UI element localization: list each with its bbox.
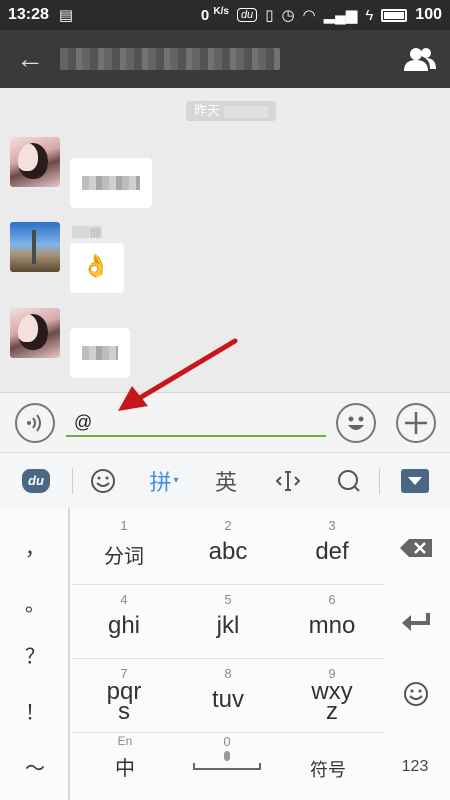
key-6-mno[interactable]: 6 mno <box>280 584 384 658</box>
message-bubble[interactable] <box>70 158 152 208</box>
keyboard-menu-button[interactable]: du <box>0 453 72 509</box>
message-timestamp: 昨天 <box>186 101 277 121</box>
du-logo-icon: du <box>22 468 50 493</box>
keyboard-emoji-button[interactable] <box>73 453 133 509</box>
symbols-key[interactable]: 符号 <box>296 756 360 782</box>
status-right: 0 K/s du ▯ ◷ ◠ ▂▄▆ ϟ 100 <box>201 6 442 24</box>
backspace-button[interactable] <box>382 518 450 578</box>
keyboard-emoticon-button[interactable] <box>382 664 450 724</box>
punct-key-comma[interactable]: ， <box>0 532 70 561</box>
t9-keyboard: ， 。 ？ ！ ～ 1 分词 2 abc 3 def 4 ghi 5 jkl 6 mno 7… <box>0 508 450 800</box>
battery-icon <box>381 8 408 22</box>
numbers-key[interactable]: 123 <box>390 758 440 776</box>
sender-avatar[interactable] <box>10 222 60 272</box>
back-arrow-icon: ← <box>16 43 44 74</box>
emoji-icon <box>91 468 115 493</box>
punct-key-period[interactable]: 。 <box>0 588 70 617</box>
enter-icon <box>402 613 430 631</box>
sender-avatar[interactable] <box>10 308 60 358</box>
key-1-segment[interactable]: 1 分词 <box>72 510 176 584</box>
keyboard-toolbar: du 拼 ▾ 英 <box>0 452 450 508</box>
text-cursor-icon <box>275 470 301 491</box>
notification-icon: ▤ <box>58 7 74 24</box>
hide-keyboard-button[interactable] <box>380 453 450 509</box>
status-bar: 13:28 ▤ 0 K/s du ▯ ◷ ◠ ▂▄▆ ϟ 100 <box>0 0 450 30</box>
voice-icon <box>27 414 41 432</box>
function-column <box>382 508 450 800</box>
key-7-pqrs[interactable]: 7 pqr s <box>72 658 176 732</box>
network-speed: 0 K/s <box>200 6 229 24</box>
vibrate-icon: ▯ <box>265 7 274 24</box>
chat-messages: 昨天 静 👌 <box>0 88 450 392</box>
punct-key-exclaim[interactable]: ！ <box>0 696 70 725</box>
chinese-mode-key[interactable]: En 中 <box>100 734 150 781</box>
key-2-abc[interactable]: 2 abc <box>176 510 280 584</box>
more-options-button[interactable] <box>396 403 436 443</box>
du-app-icon: du <box>236 8 258 22</box>
chat-info-button[interactable] <box>390 30 450 88</box>
status-time: 13:28 <box>8 6 49 23</box>
alarm-icon: ◷ <box>281 7 295 24</box>
message-input[interactable] <box>66 409 326 437</box>
back-button[interactable]: ← <box>0 30 60 88</box>
collapse-keyboard-icon <box>401 468 429 493</box>
wifi-icon: ◠ <box>302 7 316 24</box>
charging-icon: ϟ <box>365 6 374 24</box>
key-divider <box>72 732 384 733</box>
key-3-def[interactable]: 3 def <box>280 510 384 584</box>
space-key-0[interactable]: 0 <box>192 734 262 784</box>
microphone-icon <box>193 751 261 770</box>
blurred-message-text <box>82 176 140 190</box>
search-icon <box>338 469 360 492</box>
punctuation-column: ， 。 ？ ！ ～ <box>0 508 70 800</box>
ok-hand-emoji: 👌 <box>82 253 110 278</box>
keyboard-search-button[interactable] <box>319 453 379 509</box>
chat-title-blurred <box>60 48 280 70</box>
sender-avatar[interactable] <box>10 137 60 187</box>
key-8-tuv[interactable]: 8 tuv <box>176 658 280 732</box>
smiley-icon <box>348 416 364 430</box>
contacts-icon <box>404 48 436 71</box>
message-input-bar <box>0 392 450 452</box>
key-9-wxyz[interactable]: 9 wxy z <box>280 658 384 732</box>
enter-button[interactable] <box>382 592 450 652</box>
message-bubble[interactable] <box>70 328 130 378</box>
key-5-jkl[interactable]: 5 jkl <box>176 584 280 658</box>
punct-key-tilde[interactable]: ～ <box>0 752 70 781</box>
punct-key-question[interactable]: ？ <box>0 640 70 669</box>
chat-title-bar: ← <box>0 30 450 88</box>
key-4-ghi[interactable]: 4 ghi <box>72 584 176 658</box>
backspace-icon <box>400 539 432 557</box>
cursor-move-button[interactable] <box>257 453 319 509</box>
sender-name-blurred: 静 <box>72 226 102 240</box>
english-mode-button[interactable]: 英 <box>195 453 257 509</box>
blurred-message-text <box>82 346 118 360</box>
signal-icon: ▂▄▆ <box>323 7 358 24</box>
emoji-button[interactable] <box>336 403 376 443</box>
smiley-icon <box>404 682 428 706</box>
emoji-message-bubble[interactable]: 👌 <box>70 243 124 293</box>
voice-input-button[interactable] <box>15 403 55 443</box>
plus-icon <box>405 412 427 434</box>
battery-level: 100 <box>415 6 442 23</box>
pinyin-mode-button[interactable]: 拼 ▾ <box>133 453 195 509</box>
